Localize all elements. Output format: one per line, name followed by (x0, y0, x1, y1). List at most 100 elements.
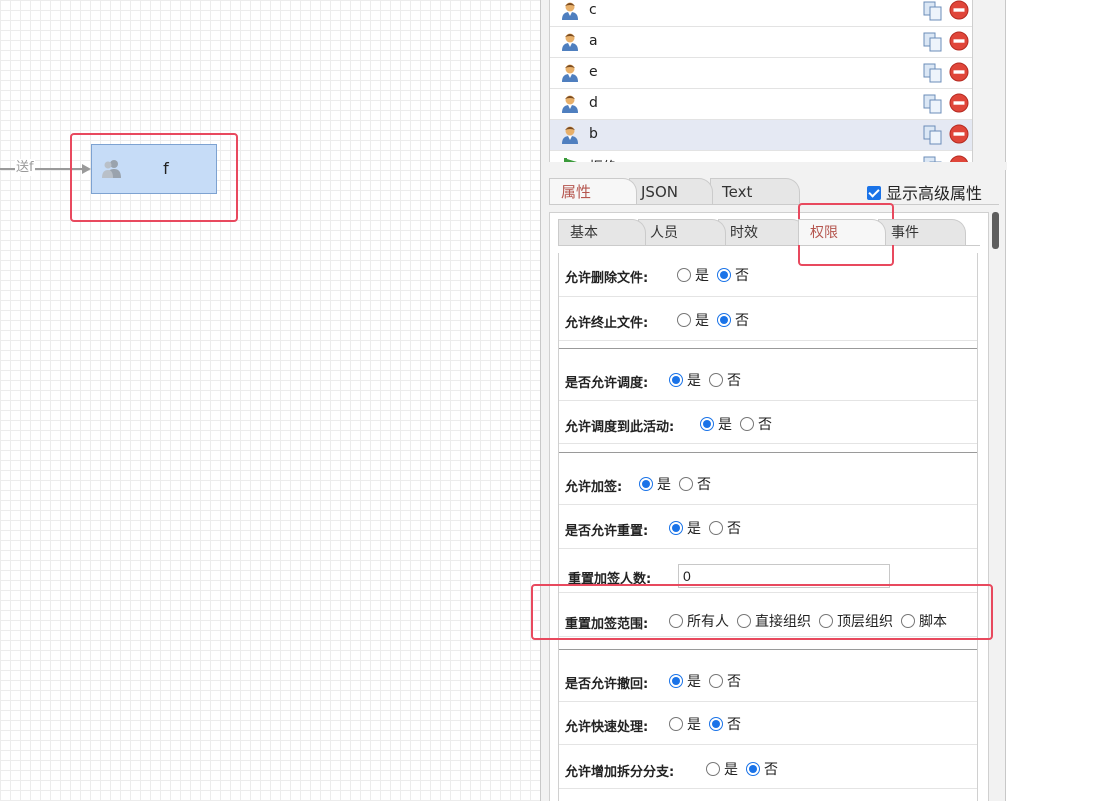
remove-icon[interactable] (949, 155, 969, 162)
node-label: f (163, 159, 169, 178)
radio-option[interactable]: 是 (677, 310, 709, 330)
copy-icon[interactable] (922, 155, 944, 162)
copy-icon[interactable] (922, 124, 944, 150)
form-row-allow-dispatch: 是否允许调度: 是否 (559, 368, 977, 392)
radio-option[interactable]: 脚本 (901, 611, 947, 631)
radio-icon[interactable] (901, 614, 915, 628)
participant-row[interactable]: c (550, 0, 972, 27)
radio-icon[interactable] (737, 614, 751, 628)
radio-icon[interactable] (669, 521, 683, 535)
radio-icon[interactable] (700, 417, 714, 431)
row-divider (559, 548, 977, 549)
row-divider (559, 636, 977, 637)
radio-icon[interactable] (717, 268, 731, 282)
row-divider (559, 592, 977, 593)
remove-icon[interactable] (949, 93, 969, 117)
radio-option[interactable]: 否 (740, 414, 772, 434)
reset-sign-count-input[interactable] (678, 564, 890, 588)
radio-group: 是否 (639, 474, 719, 494)
inner-tabs: 基本 人员 时效 权限 事件 (558, 219, 978, 245)
participant-row[interactable]: e (550, 58, 972, 89)
field-label: 允许快速处理: (565, 720, 649, 735)
radio-icon[interactable] (819, 614, 833, 628)
radio-option[interactable]: 是 (706, 759, 738, 779)
radio-icon[interactable] (709, 521, 723, 535)
user-icon (560, 125, 580, 149)
form-row-allow-add-branch: 允许增加拆分分支: 是否 (559, 757, 977, 781)
radio-icon[interactable] (677, 268, 691, 282)
radio-icon[interactable] (709, 717, 723, 731)
radio-option[interactable]: 否 (717, 310, 749, 330)
tab-events[interactable]: 事件 (878, 219, 966, 245)
tab-text[interactable]: Text (710, 178, 800, 204)
section-divider (559, 452, 977, 453)
radio-option[interactable]: 是 (669, 714, 701, 734)
remove-icon[interactable] (949, 0, 969, 24)
radio-icon[interactable] (709, 674, 723, 688)
participant-row[interactable]: a (550, 27, 972, 58)
radio-option[interactable]: 所有人 (669, 611, 729, 631)
radio-icon[interactable] (639, 477, 653, 491)
radio-option[interactable]: 否 (709, 671, 741, 691)
scrollbar-thumb[interactable] (992, 212, 999, 249)
radio-option[interactable]: 否 (709, 714, 741, 734)
tab-json[interactable]: JSON (629, 178, 713, 204)
radio-icon[interactable] (679, 477, 693, 491)
radio-icon[interactable] (709, 373, 723, 387)
copy-icon[interactable] (922, 62, 944, 88)
row-divider (559, 744, 977, 745)
radio-group: 是否 (677, 310, 757, 330)
field-label: 允许终止文件: (565, 316, 649, 331)
field-label: 允许调度到此活动: (565, 420, 675, 435)
radio-option[interactable]: 否 (717, 265, 749, 285)
show-advanced-checkbox[interactable]: 显示高级属性 (867, 180, 982, 204)
radio-icon[interactable] (669, 674, 683, 688)
tab-timing[interactable]: 时效 (718, 219, 806, 245)
radio-icon[interactable] (677, 313, 691, 327)
radio-icon[interactable] (669, 717, 683, 731)
radio-option[interactable]: 顶层组织 (819, 611, 893, 631)
radio-icon[interactable] (706, 762, 720, 776)
radio-group: 是否 (669, 518, 749, 538)
tab-permissions[interactable]: 权限 (798, 219, 886, 245)
form-row-allow-reset: 是否允许重置: 是否 (559, 516, 977, 540)
radio-option[interactable]: 否 (709, 518, 741, 538)
radio-icon[interactable] (717, 313, 731, 327)
flow-edge[interactable] (0, 168, 84, 170)
radio-option[interactable]: 是 (700, 414, 732, 434)
tab-basic[interactable]: 基本 (558, 219, 646, 245)
radio-icon[interactable] (746, 762, 760, 776)
radio-option[interactable]: 否 (709, 370, 741, 390)
field-label: 是否允许重置: (565, 524, 649, 539)
list-divider (541, 162, 1007, 170)
radio-option[interactable]: 是 (669, 370, 701, 390)
radio-icon[interactable] (669, 373, 683, 387)
participant-row[interactable]: 拒绝 (550, 151, 972, 162)
activity-node-f[interactable]: f (91, 144, 217, 194)
radio-icon[interactable] (669, 614, 683, 628)
tab-people[interactable]: 人员 (638, 219, 726, 245)
radio-icon[interactable] (740, 417, 754, 431)
radio-option[interactable]: 否 (746, 759, 778, 779)
tab-properties[interactable]: 属性 (549, 178, 637, 204)
remove-icon[interactable] (949, 124, 969, 148)
copy-icon[interactable] (922, 0, 944, 26)
participant-row[interactable]: d (550, 89, 972, 120)
row-divider (559, 443, 977, 444)
copy-icon[interactable] (922, 31, 944, 57)
permissions-form: 允许删除文件: 是否允许终止文件: 是否是否允许调度: 是否允许调度到此活动: 是否允许… (558, 253, 978, 801)
remove-icon[interactable] (949, 62, 969, 86)
radio-option[interactable]: 否 (679, 474, 711, 494)
participant-row[interactable]: b (550, 120, 972, 151)
radio-option[interactable]: 直接组织 (737, 611, 811, 631)
radio-option[interactable]: 是 (669, 671, 701, 691)
radio-option[interactable]: 是 (669, 518, 701, 538)
radio-option[interactable]: 是 (677, 265, 709, 285)
remove-icon[interactable] (949, 31, 969, 55)
row-divider (559, 788, 977, 789)
field-label: 是否允许调度: (565, 376, 649, 391)
copy-icon[interactable] (922, 93, 944, 119)
radio-option[interactable]: 是 (639, 474, 671, 494)
participant-name: e (589, 64, 598, 80)
process-canvas[interactable]: 送f f (0, 0, 540, 801)
